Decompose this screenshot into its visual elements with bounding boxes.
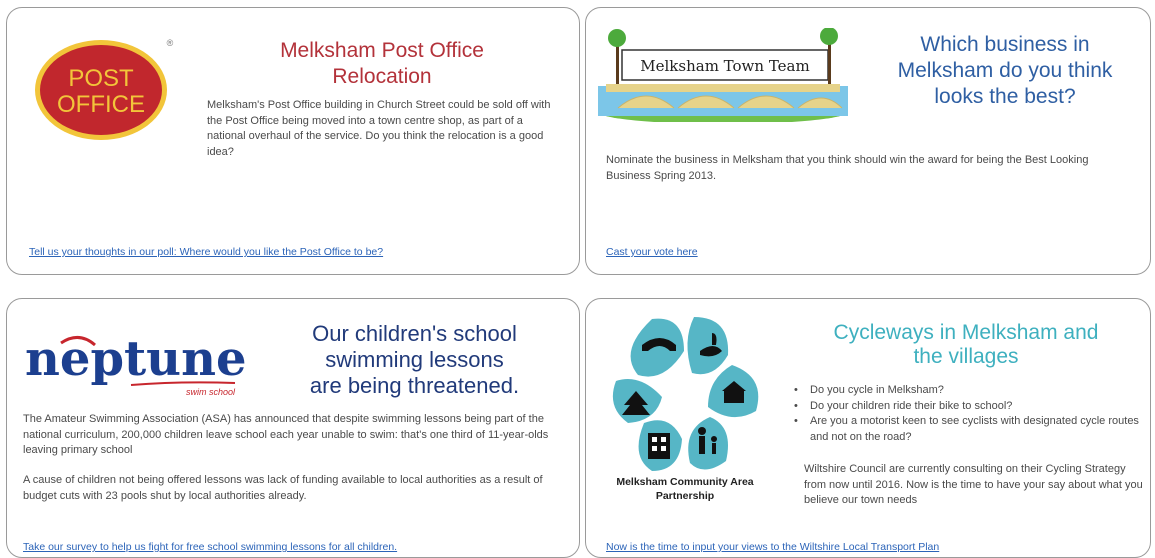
post-office-logo-line2: OFFICE: [57, 91, 145, 118]
partnership-name-line2: Partnership: [655, 490, 715, 502]
neptune-body-1: The Amateur Swimming Association (ASA) h…: [23, 413, 549, 456]
post-office-logo-line1: POST: [68, 65, 134, 92]
family-icon: [698, 427, 706, 435]
community-partnership-logo: [612, 317, 759, 471]
town-team-logo: Melksham Town Team: [598, 28, 848, 122]
partnership-name-line1: Melksham Community Area: [616, 476, 754, 488]
neptune-logo-sub: swim school: [186, 387, 236, 397]
town-team-title: Which business in Melksham do you think …: [874, 32, 1136, 110]
neptune-logo: neptune swim school: [25, 331, 247, 397]
post-office-logo: POST OFFICE ®: [35, 38, 174, 140]
post-office-body: Melksham's Post Office building in Churc…: [207, 99, 551, 158]
building-icon: [648, 433, 670, 459]
bullet-item: Are you a motorist keen to see cyclists …: [792, 414, 1147, 445]
post-office-title-line2: Relocation: [332, 65, 432, 88]
town-team-title-line2: Melksham do you think: [897, 59, 1113, 82]
cycleways-title-line1: Cycleways in Melksham and: [833, 321, 1099, 344]
neptune-title-line3: are being threatened.: [309, 373, 520, 398]
neptune-card: neptune swim school Our children's schoo…: [6, 298, 580, 558]
town-team-title-line3: looks the best?: [934, 85, 1076, 108]
cycleways-title-line2: the villages: [913, 345, 1019, 368]
town-team-body: Nominate the business in Melksham that y…: [606, 154, 1089, 182]
cycleways-bullet-list: Do you cycle in Melksham? Do your childr…: [792, 383, 1147, 445]
neptune-title-line1: Our children's school: [312, 321, 517, 346]
registered-mark: ®: [167, 38, 174, 48]
petal-family: [688, 417, 728, 470]
cycleways-title: Cycleways in Melksham and the villages: [796, 321, 1136, 369]
neptune-logo-text: neptune: [25, 331, 247, 387]
transport-plan-link[interactable]: Now is the time to input your views to t…: [606, 541, 939, 553]
neptune-title: Our children's school swimming lessons a…: [277, 321, 552, 399]
post-office-poll-link[interactable]: Tell us your thoughts in our poll: Where…: [29, 246, 383, 258]
bullet-item: Do your children ride their bike to scho…: [792, 399, 1147, 415]
post-office-title-line1: Melksham Post Office: [280, 39, 484, 62]
town-team-card: Melksham Town Team Which business in Mel…: [585, 7, 1151, 275]
cycleways-card: Melksham Community Area Partnership Cycl…: [585, 298, 1151, 558]
post-office-card: POST OFFICE ® Melksham Post Office Reloc…: [6, 7, 580, 275]
cycleways-body: Wiltshire Council are currently consulti…: [804, 463, 1143, 506]
bullet-item: Do you cycle in Melksham?: [792, 383, 1147, 399]
petal-swan: [687, 317, 729, 375]
town-team-title-line1: Which business in: [920, 33, 1090, 56]
partnership-name: Melksham Community Area Partnership: [590, 475, 780, 503]
town-team-logo-text: Melksham Town Team: [640, 57, 809, 75]
cast-vote-link[interactable]: Cast your vote here: [606, 246, 698, 258]
neptune-title-line2: swimming lessons: [325, 347, 504, 372]
post-office-title: Melksham Post Office Relocation: [217, 38, 547, 90]
swimming-survey-link[interactable]: Take our survey to help us fight for fre…: [23, 541, 397, 553]
neptune-body-2: A cause of children not being offered le…: [23, 474, 543, 502]
